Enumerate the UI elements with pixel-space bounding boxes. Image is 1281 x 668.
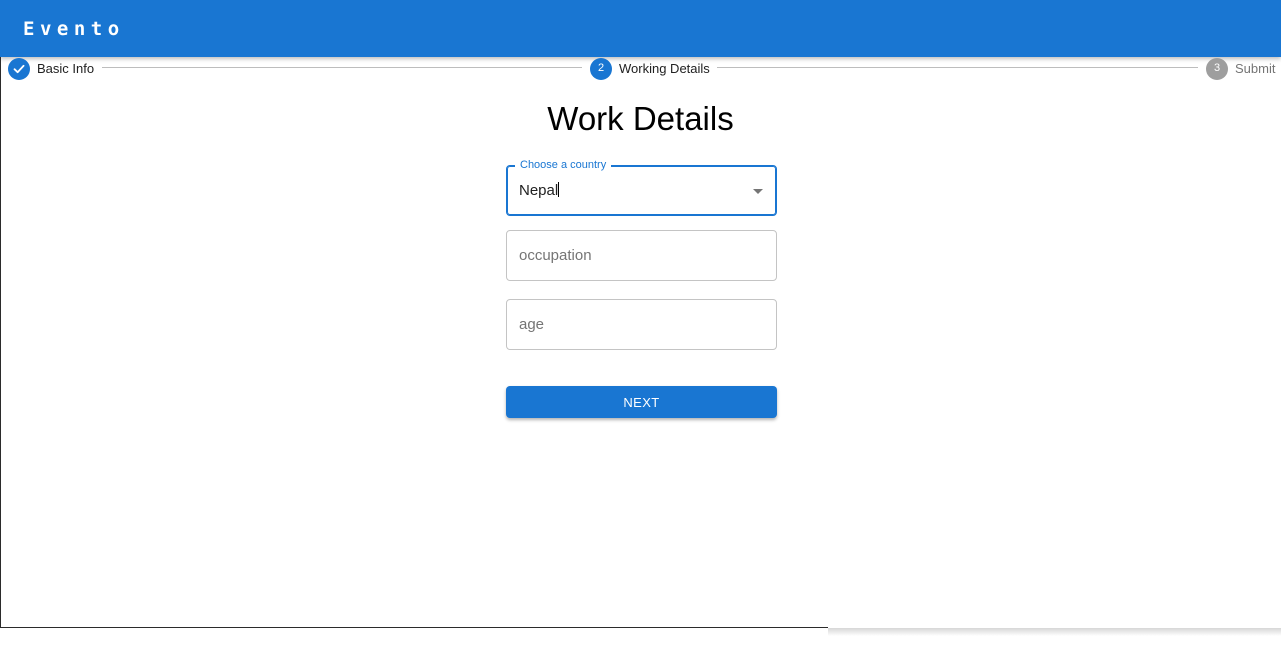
occupation-input[interactable]: occupation: [506, 230, 777, 281]
step-label: Basic Info: [37, 61, 95, 76]
country-select-label: Choose a country: [515, 158, 612, 172]
step-number-badge: 2: [590, 57, 612, 80]
age-input[interactable]: age: [506, 299, 777, 350]
country-select-value: Nepal: [519, 182, 559, 199]
stepper: Basic Info 2 Working Details 3 Submit: [0, 57, 1281, 80]
country-select-value-wrap: Nepal: [519, 182, 560, 199]
step-submit[interactable]: 3 Submit: [1206, 57, 1276, 80]
chevron-down-icon[interactable]: [753, 189, 763, 194]
page-title: Work Details: [547, 100, 734, 137]
next-button[interactable]: NEXT: [506, 386, 777, 418]
window-edge: [0, 57, 1, 628]
step-connector: [717, 67, 1198, 68]
app-title: Evento: [23, 18, 125, 40]
step-number: 3: [1213, 62, 1221, 74]
occupation-placeholder: occupation: [519, 247, 592, 264]
step-connector: [102, 67, 582, 68]
step-label: Working Details: [619, 61, 710, 76]
step-working-details[interactable]: 2 Working Details: [590, 57, 710, 80]
window-edge: [0, 627, 828, 628]
step-basic-info[interactable]: Basic Info: [8, 57, 95, 80]
country-select[interactable]: Choose a country Nepal: [506, 158, 777, 216]
step-label: Submit: [1235, 61, 1276, 76]
step-number-badge: 3: [1206, 57, 1228, 80]
age-placeholder: age: [519, 316, 545, 333]
app-bar: Evento: [0, 0, 1281, 57]
step-number: 2: [597, 62, 605, 74]
check-icon: [8, 57, 30, 80]
window-shadow: [828, 628, 1281, 636]
text-cursor: [558, 182, 560, 197]
